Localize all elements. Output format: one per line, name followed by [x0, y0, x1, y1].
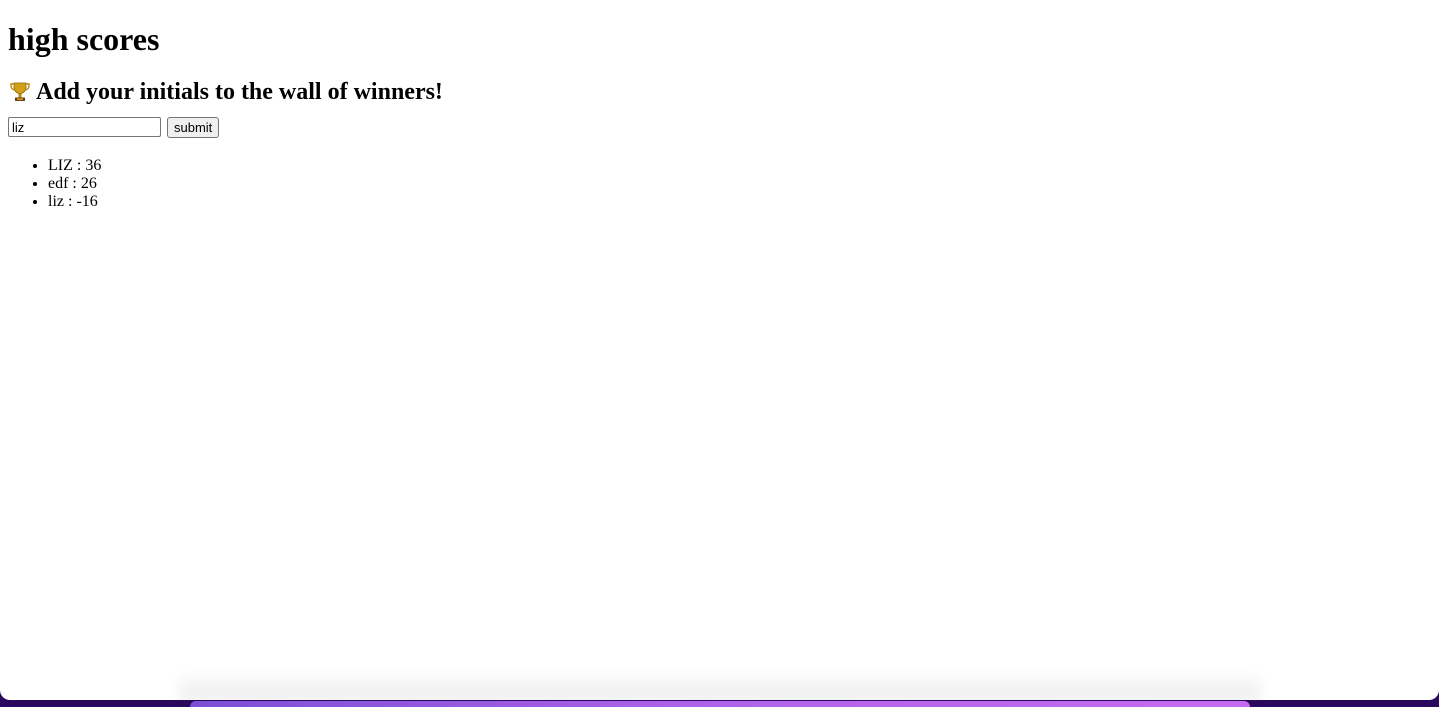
list-item: edf : 26 [48, 175, 1431, 193]
initials-input[interactable] [8, 117, 161, 137]
bottom-shadow [180, 670, 1260, 700]
page-title: high scores [8, 21, 160, 57]
list-item: liz : -16 [48, 193, 1431, 211]
submit-button[interactable]: submit [167, 116, 220, 138]
dock-bar [190, 701, 1250, 707]
subtitle-text: Add your initials to the wall of winners… [36, 79, 443, 105]
list-item: LIZ : 36 [48, 157, 1431, 175]
initials-form: submit [8, 116, 1431, 138]
trophy-icon [8, 80, 32, 104]
scores-list: LIZ : 36 edf : 26 liz : -16 [8, 157, 1431, 211]
browser-page: high scores Add your initials to the wal… [0, 0, 1439, 700]
page-content: high scores Add your initials to the wal… [0, 21, 1439, 211]
page-subtitle: Add your initials to the wall of winners… [8, 78, 1431, 106]
